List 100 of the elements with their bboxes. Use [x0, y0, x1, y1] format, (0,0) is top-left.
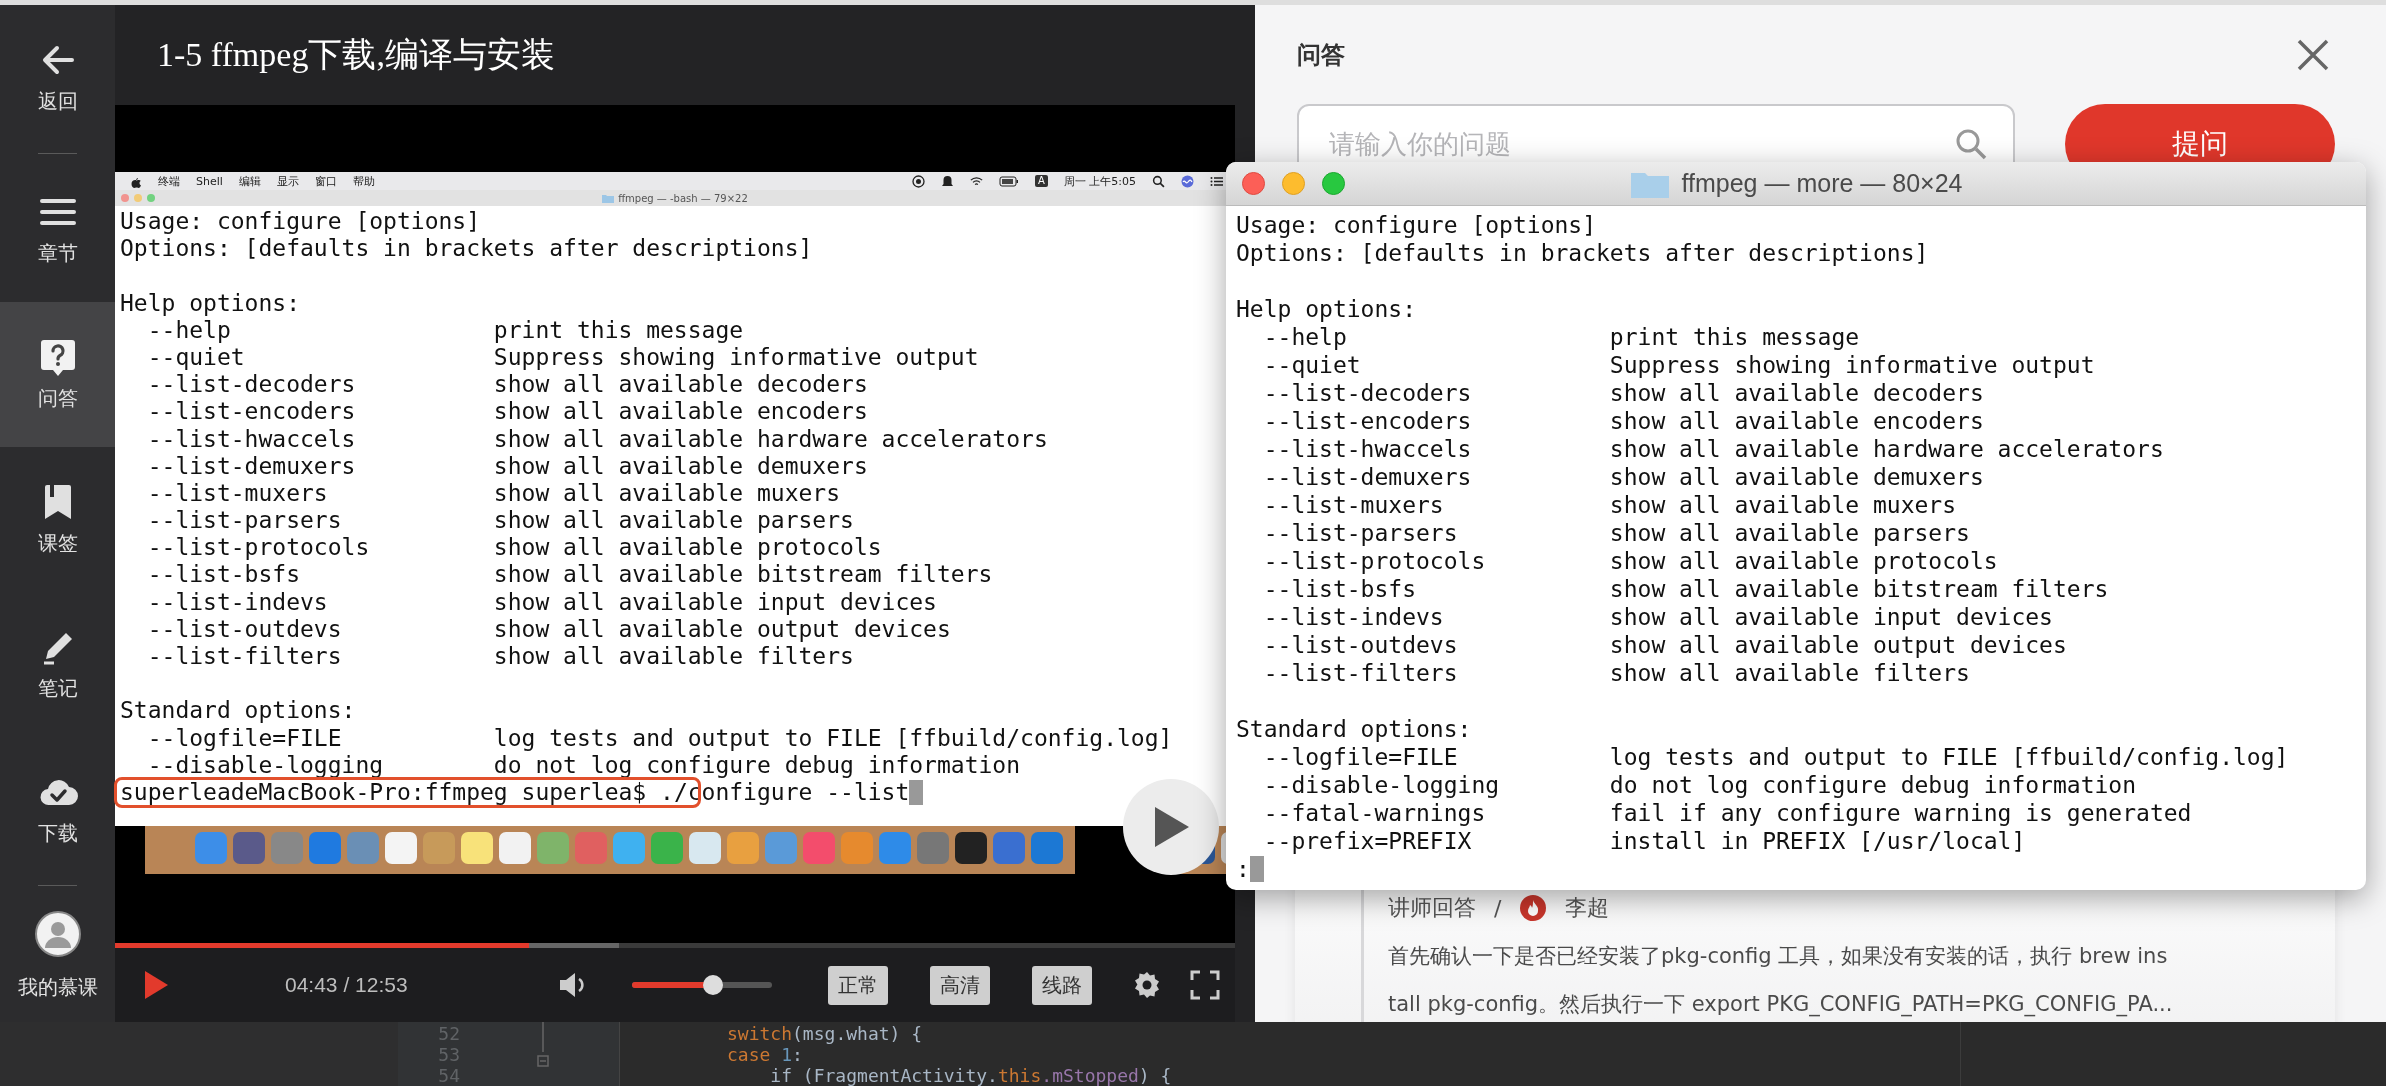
- quality-button[interactable]: 高清: [929, 965, 990, 1005]
- sidebar-item[interactable]: 问答: [0, 302, 115, 447]
- option-description: show all available encoders: [1609, 407, 1984, 435]
- option-description: show all available parsers: [493, 507, 854, 535]
- option-name: --list-bsfs: [147, 561, 300, 588]
- minimize-dot[interactable]: [134, 194, 142, 202]
- option-name: --list-filters: [147, 643, 342, 669]
- play-icon[interactable]: [143, 970, 169, 1000]
- lesson-title: 1-5 ffmpeg下载,编译与安装: [156, 35, 556, 75]
- option-name: --quiet: [147, 343, 245, 370]
- option-description: show all available input devices: [493, 588, 937, 616]
- author-name[interactable]: 李超: [1565, 893, 1610, 923]
- sidebar-label: 课签: [37, 530, 78, 557]
- option-description: show all available parsers: [1609, 519, 1970, 547]
- option-name: --list-muxers: [1263, 492, 1444, 518]
- separator: /: [1494, 895, 1502, 921]
- option-description: show all available muxers: [493, 479, 841, 508]
- terminal-line: Options: [defaults in brackets after descriptions]: [120, 235, 813, 263]
- input-source-badge[interactable]: A: [1034, 175, 1048, 187]
- option-description: show all available encoders: [493, 398, 868, 426]
- code-line: switch(msg.what) {: [727, 1023, 924, 1044]
- menu-item[interactable]: Shell: [196, 174, 223, 188]
- menu-item[interactable]: 窗口: [314, 173, 337, 189]
- option-name: --list-decoders: [147, 371, 356, 398]
- close-icon[interactable]: [2296, 37, 2330, 72]
- terminal-line: Usage: configure [options]: [120, 208, 481, 236]
- option-description: show all available demuxers: [1609, 463, 1984, 491]
- sidebar-item[interactable]: 笔记: [0, 592, 115, 737]
- option-description: show all available hardware accelerators: [493, 425, 1048, 453]
- panel-title: 问答: [1297, 40, 1345, 70]
- profile-label[interactable]: 我的慕课: [17, 974, 98, 1001]
- siri-icon[interactable]: [1181, 174, 1194, 188]
- terminal-line: Help options:: [120, 289, 300, 317]
- list-icon[interactable]: [1210, 175, 1223, 187]
- option-name: --list-indevs: [1263, 604, 1444, 630]
- terminal-line: Options: [defaults in brackets after descriptions]: [1236, 239, 1929, 267]
- record-icon[interactable]: [911, 174, 925, 188]
- fullscreen-icon[interactable]: [1189, 970, 1220, 1000]
- menu-item[interactable]: 终端: [158, 173, 180, 189]
- menu-item[interactable]: 显示: [276, 173, 299, 189]
- command-prompt: :: [1236, 855, 1250, 883]
- option-name: --list-outdevs: [147, 615, 342, 642]
- close-dot[interactable]: [121, 194, 129, 202]
- option-description: fail if any configure warning is generated: [1609, 799, 2192, 827]
- menu-item[interactable]: 编辑: [238, 173, 261, 189]
- option-description: log tests and output to FILE [ffbuild/config.log]: [493, 724, 1173, 752]
- option-name: --list-encoders: [147, 398, 356, 425]
- sidebar-label: 返回: [37, 88, 78, 115]
- option-name: --list-hwaccels: [147, 425, 356, 452]
- option-name: --list-outdevs: [1263, 632, 1458, 658]
- option-name: --prefix=PREFIX: [1263, 828, 1472, 854]
- option-description: show all available filters: [493, 643, 854, 671]
- volume-handle[interactable]: [702, 975, 723, 995]
- code-line: case 1:: [727, 1044, 804, 1065]
- option-description: show all available decoders: [493, 371, 868, 399]
- option-description: print this message: [493, 316, 744, 344]
- option-description: Suppress showing informative output: [1609, 351, 2095, 379]
- option-description: show all available protocols: [1609, 547, 1998, 575]
- option-description: show all available decoders: [1609, 379, 1984, 407]
- sidebar-label: 问答: [37, 385, 78, 412]
- sidebar-item[interactable]: 章节: [0, 157, 115, 302]
- bell-icon[interactable]: [940, 174, 954, 188]
- progress-track[interactable]: [115, 943, 1235, 948]
- option-name: --list-bsfs: [1263, 576, 1416, 602]
- option-name: --list-hwaccels: [1263, 436, 1472, 462]
- option-name: --list-parsers: [147, 507, 342, 534]
- quality-button[interactable]: 正常: [827, 965, 888, 1005]
- battery-icon[interactable]: [998, 175, 1019, 187]
- option-name: --list-decoders: [1263, 380, 1472, 406]
- option-name: --list-demuxers: [147, 452, 356, 479]
- sidebar-item[interactable]: 课签: [0, 447, 115, 592]
- option-name: --list-filters: [1263, 660, 1458, 686]
- search-icon[interactable]: [1152, 174, 1165, 188]
- text-cursor: [909, 779, 924, 806]
- option-name: --logfile=FILE: [147, 724, 342, 751]
- option-description: do not log configure debug information: [493, 751, 1021, 779]
- wifi-icon[interactable]: [969, 174, 983, 188]
- flame-icon: [1519, 894, 1548, 922]
- menu-bar-clock[interactable]: 周一 上午5:05: [1063, 173, 1136, 189]
- option-name: --disable-logging: [1263, 772, 1500, 798]
- quality-button[interactable]: 线路: [1031, 965, 1092, 1005]
- option-name: --disable-logging: [147, 751, 384, 778]
- sidebar-item[interactable]: 返回: [0, 5, 115, 150]
- option-description: do not log configure debug information: [1609, 771, 2137, 799]
- sidebar-item[interactable]: 下载: [0, 737, 115, 882]
- option-name: --list-parsers: [1263, 520, 1458, 546]
- option-description: install in PREFIX [/usr/local]: [1609, 827, 2026, 855]
- option-description: show all available filters: [1609, 659, 1970, 687]
- avatar-icon[interactable]: [33, 910, 82, 958]
- zoom-dot[interactable]: [147, 194, 155, 202]
- option-description: show all available demuxers: [493, 452, 868, 480]
- option-description: log tests and output to FILE [ffbuild/config.log]: [1609, 743, 2289, 771]
- option-name: --quiet: [1263, 352, 1361, 378]
- option-name: --list-demuxers: [1263, 464, 1472, 490]
- close-button[interactable]: [1242, 172, 1265, 195]
- sidebar-label: 下载: [37, 820, 78, 847]
- menu-item[interactable]: 帮助: [352, 173, 375, 189]
- option-description: show all available bitstream filters: [1609, 575, 2109, 603]
- option-name: --fatal-warnings: [1263, 800, 1486, 826]
- option-name: --list-protocols: [1263, 548, 1486, 574]
